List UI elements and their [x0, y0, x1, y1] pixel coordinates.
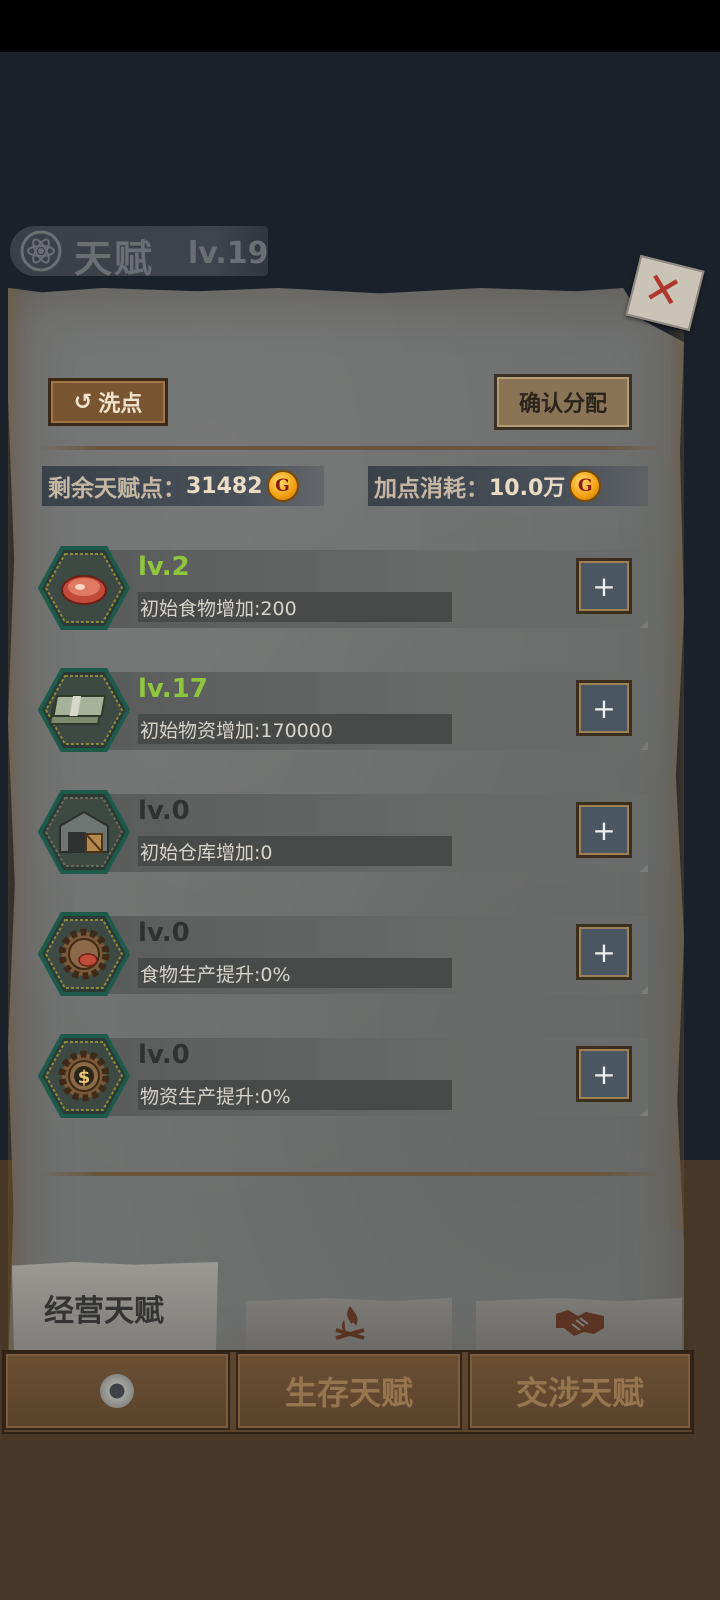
tab-business-talent-label: 经营天赋 — [44, 1294, 164, 1329]
point-cost-value: 10.0万 — [489, 476, 566, 501]
status-bar — [0, 0, 720, 52]
meat-icon — [38, 546, 130, 630]
divider — [36, 1172, 664, 1176]
talent-description: 食物生产提升:0% — [140, 964, 291, 986]
talent-description: 初始食物增加:200 — [140, 598, 297, 620]
add-point-button[interactable]: + — [576, 558, 632, 614]
nav-negotiation-label: 交涉天赋 — [515, 1374, 644, 1412]
plus-icon: + — [592, 935, 616, 969]
divider — [36, 446, 664, 450]
remaining-points-box: 剩余天赋点： 31482 G — [42, 466, 324, 506]
talent-row: lv.0 初始仓库增加:0 + — [38, 790, 648, 878]
talent-description: 物资生产提升:0% — [140, 1086, 291, 1108]
plus-icon: + — [592, 813, 616, 847]
remaining-points-label: 剩余天赋点： — [48, 476, 186, 502]
paper-edge-stain — [8, 288, 26, 1372]
gold-coin-icon: G — [569, 470, 602, 502]
point-cost-label: 加点消耗： — [374, 476, 489, 502]
plus-icon: + — [592, 691, 616, 725]
add-point-button[interactable]: + — [576, 680, 632, 736]
talent-level: lv.2 — [138, 552, 190, 582]
talent-description: 初始仓库增加:0 — [140, 842, 273, 864]
talent-level: lv.0 — [138, 796, 190, 826]
nav-survival-label: 生存天赋 — [284, 1374, 413, 1412]
confirm-allocation-label: 确认分配 — [518, 392, 607, 417]
talent-row: lv.17 初始物资增加:170000 + — [38, 668, 648, 756]
cash-stack-icon — [38, 668, 130, 752]
handshake-icon — [554, 1302, 606, 1351]
plus-icon: + — [592, 569, 616, 603]
plus-icon: + — [592, 1057, 616, 1091]
remaining-points-value: 31482 — [186, 473, 263, 499]
page-title: 天赋 — [74, 237, 155, 281]
talent-level: lv.0 — [138, 1040, 190, 1070]
selected-dot-icon — [100, 1374, 134, 1408]
add-point-button[interactable]: + — [576, 924, 632, 980]
campfire-icon — [330, 1302, 370, 1351]
refresh-icon: ↺ — [73, 389, 93, 415]
talent-row: $ lv.0 物资生产提升:0% + — [38, 1034, 648, 1122]
gear-meat-icon — [38, 912, 130, 996]
confirm-allocation-button[interactable]: 确认分配 — [494, 374, 632, 430]
talent-title-banner: 天赋 lv.19 — [10, 226, 269, 281]
nav-survival-talent[interactable]: 生存天赋 — [236, 1352, 462, 1430]
talent-level: lv.17 — [138, 674, 208, 704]
talent-row: lv.0 食物生产提升:0% + — [38, 912, 648, 1000]
atom-icon — [20, 230, 62, 272]
point-cost-box: 加点消耗： 10.0万 G — [368, 466, 648, 506]
reset-points-label: 洗点 — [98, 392, 143, 417]
player-talent-level: lv.19 — [188, 236, 269, 271]
nav-business-talent[interactable] — [4, 1352, 230, 1430]
talent-row: lv.2 初始食物增加:200 + — [38, 546, 648, 634]
talent-description: 初始物资增加:170000 — [140, 720, 333, 742]
reset-points-button[interactable]: ↺ 洗点 — [48, 378, 168, 426]
add-point-button[interactable]: + — [576, 1046, 632, 1102]
talent-level: lv.0 — [138, 918, 190, 948]
nav-negotiation-talent[interactable]: 交涉天赋 — [468, 1352, 692, 1430]
gold-coin-icon: G — [266, 470, 299, 502]
warehouse-icon — [38, 790, 130, 874]
close-icon: ✕ — [638, 261, 687, 321]
paper-edge-stain — [666, 330, 684, 1230]
gear-dollar-icon: $ — [38, 1034, 130, 1118]
svg-text:$: $ — [78, 1067, 91, 1088]
add-point-button[interactable]: + — [576, 802, 632, 858]
